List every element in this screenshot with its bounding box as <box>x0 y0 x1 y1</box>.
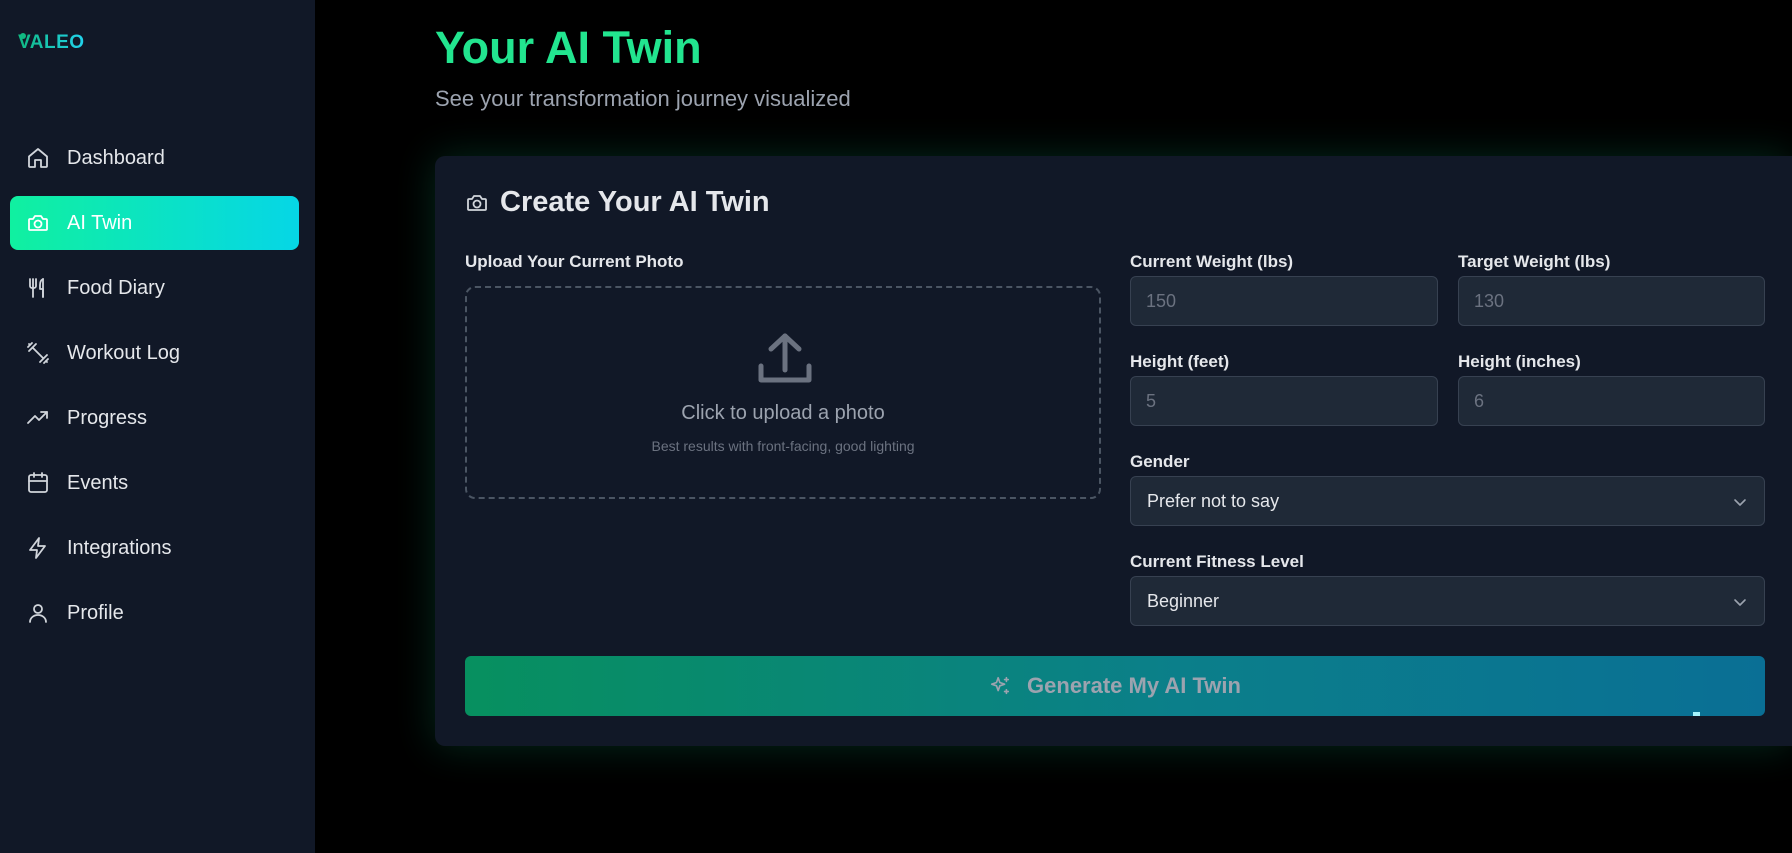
sidebar-item-integrations[interactable]: Integrations <box>10 521 299 575</box>
sidebar-item-label: Events <box>67 471 129 494</box>
sparkles-icon <box>989 675 1011 697</box>
app-root: VALEO Dashboard AI Twin Food Diary Worko… <box>0 0 1792 853</box>
sidebar-nav: Dashboard AI Twin Food Diary Workout Log <box>10 131 299 651</box>
current-weight-input[interactable] <box>1130 276 1438 326</box>
height-inches-label: Height (inches) <box>1458 352 1581 371</box>
generate-ai-twin-button[interactable]: Generate My AI Twin <box>465 656 1765 716</box>
sidebar-item-workout-log[interactable]: Workout Log <box>10 326 299 380</box>
photo-upload-dropzone[interactable]: Click to upload a photo Best results wit… <box>465 286 1101 499</box>
target-weight-label: Target Weight (lbs) <box>1458 252 1611 271</box>
upload-hint: Best results with front-facing, good lig… <box>651 438 915 454</box>
sidebar-item-label: AI Twin <box>67 211 133 234</box>
upload-label: Upload Your Current Photo <box>465 252 684 271</box>
generate-button-label: Generate My AI Twin <box>1027 673 1241 698</box>
height-inches-input[interactable] <box>1458 376 1765 426</box>
sidebar-item-label: Workout Log <box>67 341 181 364</box>
camera-icon <box>465 191 489 215</box>
calendar-icon <box>26 471 50 495</box>
fitness-level-select[interactable]: Beginner <box>1130 576 1765 626</box>
sidebar-item-label: Progress <box>67 406 148 429</box>
mouse-cursor-marker <box>1693 712 1700 716</box>
page-subtitle: See your transformation journey visualiz… <box>435 86 851 111</box>
sidebar-item-ai-twin[interactable]: AI Twin <box>10 196 299 250</box>
gender-select[interactable]: Prefer not to say <box>1130 476 1765 526</box>
sidebar-item-progress[interactable]: Progress <box>10 391 299 445</box>
gender-selected-value: Prefer not to say <box>1147 490 1280 511</box>
current-weight-label: Current Weight (lbs) <box>1130 252 1294 271</box>
sidebar: VALEO Dashboard AI Twin Food Diary Worko… <box>0 0 315 853</box>
dumbbell-icon <box>26 341 50 365</box>
create-ai-twin-card: Create Your AI Twin Upload Your Current … <box>435 156 1792 746</box>
card-header: Create Your AI Twin <box>465 186 770 219</box>
sidebar-item-label: Integrations <box>67 536 172 559</box>
fitness-level-selected-value: Beginner <box>1147 590 1220 611</box>
gender-label: Gender <box>1130 452 1190 471</box>
sidebar-item-events[interactable]: Events <box>10 456 299 510</box>
target-weight-input[interactable] <box>1458 276 1765 326</box>
sidebar-item-label: Food Diary <box>67 276 165 299</box>
fitness-level-label: Current Fitness Level <box>1130 552 1304 571</box>
user-icon <box>26 601 50 625</box>
height-feet-label: Height (feet) <box>1130 352 1230 371</box>
height-feet-input[interactable] <box>1130 376 1438 426</box>
sidebar-item-food-diary[interactable]: Food Diary <box>10 261 299 315</box>
sidebar-item-profile[interactable]: Profile <box>10 586 299 640</box>
chevron-down-icon <box>1734 599 1746 606</box>
upload-prompt: Click to upload a photo <box>681 402 885 424</box>
upload-icon <box>758 333 812 383</box>
sidebar-item-label: Dashboard <box>67 146 165 169</box>
zap-icon <box>26 536 50 560</box>
camera-icon <box>26 211 50 235</box>
utensils-icon <box>26 276 50 300</box>
sidebar-item-dashboard[interactable]: Dashboard <box>10 131 299 185</box>
chevron-down-icon <box>1734 499 1746 506</box>
trending-up-icon <box>26 406 50 430</box>
page-title: Your AI Twin <box>435 22 702 73</box>
sidebar-item-label: Profile <box>67 601 124 624</box>
brand-logo[interactable]: VALEO <box>18 32 85 54</box>
home-icon <box>26 146 50 170</box>
card-title: Create Your AI Twin <box>500 186 770 218</box>
